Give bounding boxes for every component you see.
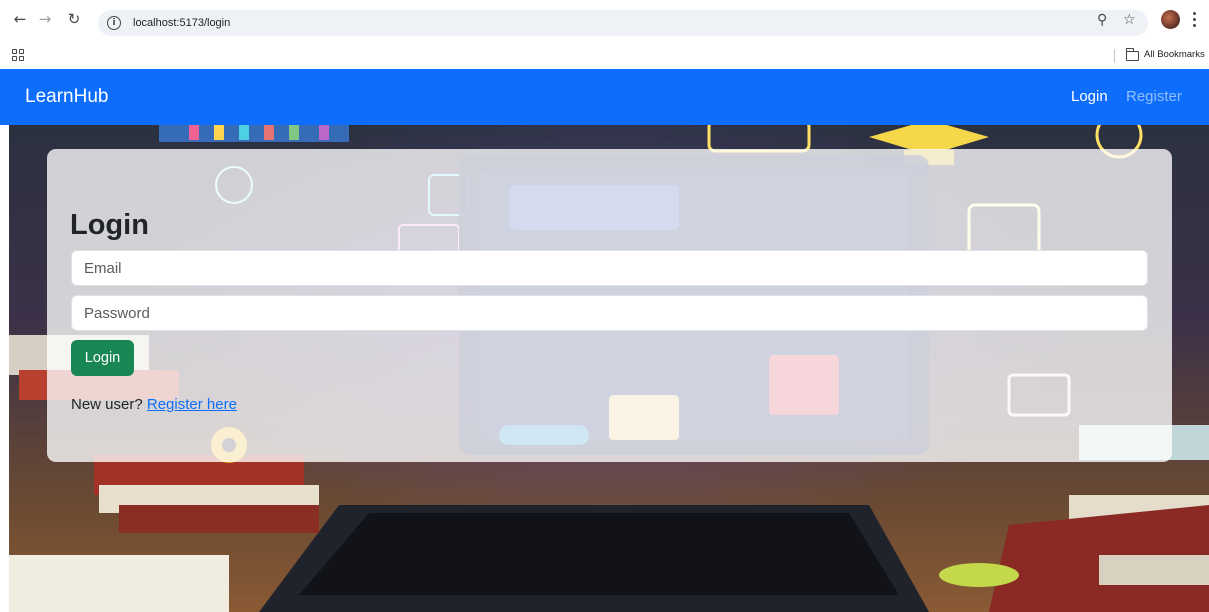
info-icon[interactable]: i: [107, 16, 121, 30]
browser-chrome: ← → ↻ i localhost:5173/login ⚲ ☆ All Boo…: [0, 0, 1209, 69]
bookmarks-bar: All Bookmarks: [0, 44, 1209, 68]
reload-icon[interactable]: ↻: [64, 9, 84, 29]
all-bookmarks-label[interactable]: All Bookmarks: [1144, 49, 1205, 60]
login-button[interactable]: Login: [71, 340, 134, 376]
back-arrow-icon[interactable]: ←: [10, 9, 30, 29]
nav-link-register[interactable]: Register: [1126, 88, 1182, 105]
profile-avatar[interactable]: [1161, 10, 1180, 29]
signup-prompt-text: New user?: [71, 396, 143, 413]
zoom-icon[interactable]: ⚲: [1097, 12, 1107, 28]
signup-prompt: New user? Register here: [71, 396, 237, 413]
nav-link-login[interactable]: Login: [1071, 88, 1108, 105]
email-field[interactable]: [71, 250, 1148, 286]
browser-toolbar: ← → ↻ i localhost:5173/login ⚲ ☆: [0, 0, 1209, 38]
forward-arrow-icon[interactable]: →: [35, 9, 55, 29]
app-navbar: LearnHub Login Register: [0, 69, 1209, 125]
folder-icon[interactable]: [1125, 48, 1139, 61]
password-field[interactable]: [71, 295, 1148, 331]
address-bar[interactable]: i localhost:5173/login: [98, 10, 1148, 36]
page-title: Login: [70, 209, 149, 241]
apps-grid-icon[interactable]: [12, 49, 24, 61]
star-icon[interactable]: ☆: [1123, 12, 1136, 28]
bookmarks-divider: [1114, 49, 1115, 63]
address-url: localhost:5173/login: [133, 17, 231, 29]
kebab-menu-icon[interactable]: [1190, 10, 1198, 28]
brand-logo[interactable]: LearnHub: [25, 86, 108, 108]
register-link[interactable]: Register here: [147, 396, 237, 413]
